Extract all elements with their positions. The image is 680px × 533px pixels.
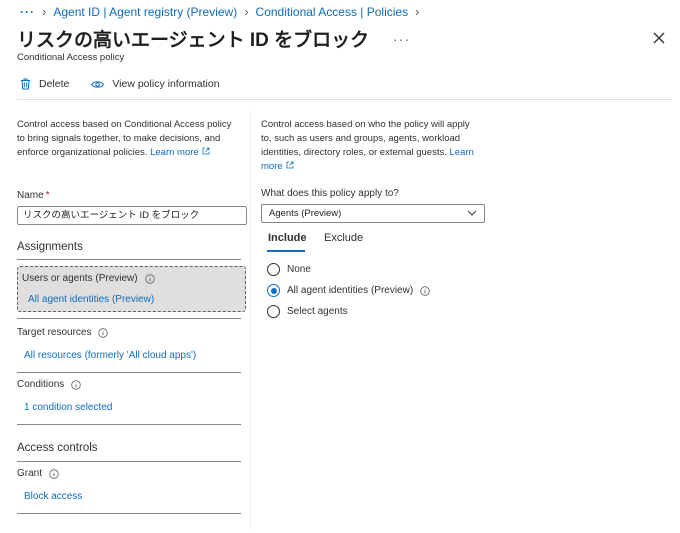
radio-select-agents[interactable]: Select agents — [267, 305, 348, 318]
radio-button[interactable] — [267, 305, 280, 318]
close-icon[interactable] — [651, 30, 667, 46]
page-subtitle: Conditional Access policy — [17, 52, 125, 63]
radio-none-label: None — [287, 264, 311, 275]
delete-label: Delete — [39, 78, 70, 90]
apply-to-label: What does this policy apply to? — [261, 188, 399, 199]
chevron-right-icon: › — [42, 4, 47, 19]
trash-icon — [21, 78, 30, 90]
radio-all-agent-identities-label: All agent identities (Preview) — [287, 285, 414, 296]
radio-none[interactable]: None — [267, 263, 311, 276]
info-icon[interactable] — [98, 327, 109, 338]
breadcrumb-agent-registry[interactable]: Agent ID | Agent registry (Preview) — [53, 5, 237, 19]
page-title: リスクの高いエージェント ID をブロック — [17, 30, 370, 51]
info-icon[interactable] — [71, 379, 81, 390]
target-resources-label: Target resources — [17, 327, 92, 338]
divider — [17, 99, 672, 100]
policy-description: Control access based on Conditional Acce… — [17, 118, 239, 160]
eye-icon — [91, 80, 105, 88]
conditions-title: Conditions — [17, 379, 81, 390]
radio-select-agents-label: Select agents — [287, 306, 348, 317]
tab-exclude[interactable]: Exclude — [324, 232, 363, 244]
view-policy-information-button[interactable]: View policy information — [91, 78, 220, 90]
grant-title: Grant — [17, 468, 59, 479]
users-or-agents-section[interactable]: Users or agents (Preview) All agent iden… — [17, 266, 246, 312]
conditions-label: Conditions — [17, 379, 65, 390]
breadcrumb-overflow-icon[interactable]: ··· — [20, 5, 35, 19]
apply-to-value: Agents (Preview) — [269, 208, 342, 219]
tab-include[interactable]: Include — [268, 232, 307, 244]
tab-selected-indicator — [267, 250, 305, 252]
grant-label: Grant — [17, 468, 43, 479]
target-resources-value[interactable]: All resources (formerly 'All cloud apps'… — [24, 350, 196, 361]
name-label: Name * — [17, 190, 50, 201]
divider — [17, 372, 241, 373]
radio-button-selected[interactable] — [267, 284, 280, 297]
divider — [17, 461, 241, 462]
radio-all-agent-identities[interactable]: All agent identities (Preview) — [267, 284, 430, 297]
access-controls-heading: Access controls — [17, 442, 98, 454]
policy-name-input[interactable]: リスクの高いエージェント ID をブロック — [17, 206, 247, 225]
external-link-icon — [202, 147, 210, 155]
users-or-agents-value[interactable]: All agent identities (Preview) — [28, 294, 154, 305]
chevron-down-icon — [467, 210, 477, 216]
learn-more-label: Learn more — [150, 147, 199, 158]
assignments-heading: Assignments — [17, 241, 83, 253]
view-policy-information-label: View policy information — [112, 78, 220, 90]
info-icon[interactable] — [144, 273, 155, 284]
pane-divider — [250, 110, 251, 530]
breadcrumb-conditional-access-policies[interactable]: Conditional Access | Policies — [256, 5, 409, 19]
target-resources-title: Target resources — [17, 327, 109, 338]
chevron-right-icon: › — [244, 4, 249, 19]
users-or-agents-title: Users or agents (Preview) — [22, 273, 155, 284]
divider — [17, 318, 241, 319]
conditions-value[interactable]: 1 condition selected — [24, 402, 112, 413]
users-description: Control access based on who the policy w… — [261, 118, 481, 174]
divider — [17, 259, 241, 260]
breadcrumb: ··· › Agent ID | Agent registry (Preview… — [20, 4, 426, 19]
chevron-right-icon: › — [415, 4, 420, 19]
divider — [17, 513, 241, 514]
command-bar: Delete View policy information — [20, 78, 242, 90]
divider — [17, 424, 241, 425]
delete-button[interactable]: Delete — [20, 78, 69, 90]
info-icon[interactable] — [49, 468, 59, 479]
radio-button[interactable] — [267, 263, 280, 276]
more-options-icon[interactable]: ··· — [393, 31, 410, 47]
learn-more-link[interactable]: Learn more — [150, 147, 210, 158]
users-description-text: Control access based on who the policy w… — [261, 119, 470, 158]
required-mark: * — [45, 190, 50, 201]
apply-to-dropdown[interactable]: Agents (Preview) — [261, 204, 485, 223]
info-icon[interactable] — [420, 285, 430, 296]
grant-value[interactable]: Block access — [24, 491, 82, 502]
name-label-text: Name — [17, 190, 44, 201]
users-or-agents-label: Users or agents (Preview) — [22, 273, 138, 284]
external-link-icon — [286, 161, 294, 169]
